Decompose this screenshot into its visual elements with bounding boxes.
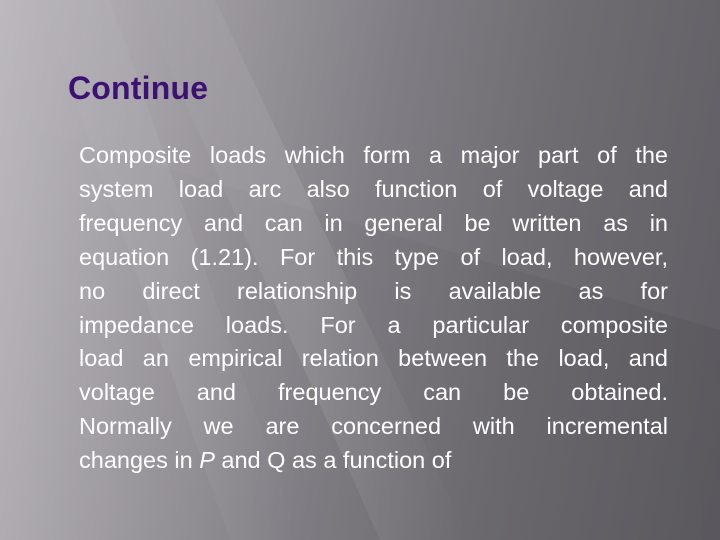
paragraph-line: load an empirical relation between the l… xyxy=(79,345,668,372)
slide-title: Continue xyxy=(68,70,209,106)
slide: Continue Composite loads which form a ma… xyxy=(0,0,720,540)
paragraph-line: Composite loads which form a major part … xyxy=(79,142,668,168)
slide-body-paragraph: Composite loads which form a major part … xyxy=(79,139,668,478)
last-line-suffix: and Q as a function of xyxy=(214,447,452,474)
paragraph-line: voltage and frequency can be obtained. xyxy=(79,379,668,406)
last-line-prefix: changes in xyxy=(79,447,200,474)
variable-p: P xyxy=(199,447,215,474)
paragraph-line: Normally we are concerned with increment… xyxy=(79,413,668,440)
paragraph-line: system load arc also function of voltage… xyxy=(79,175,668,202)
paragraph-line: impedance loads. For a particular compos… xyxy=(79,311,668,338)
paragraph-line: frequency and can in general be written … xyxy=(79,209,668,236)
paragraph-line: equation (1.21). For this type of load, … xyxy=(79,243,668,270)
paragraph-line: no direct relationship is available as f… xyxy=(79,277,668,304)
paragraph-last-line: changes in P and Q as a function of xyxy=(79,444,668,478)
